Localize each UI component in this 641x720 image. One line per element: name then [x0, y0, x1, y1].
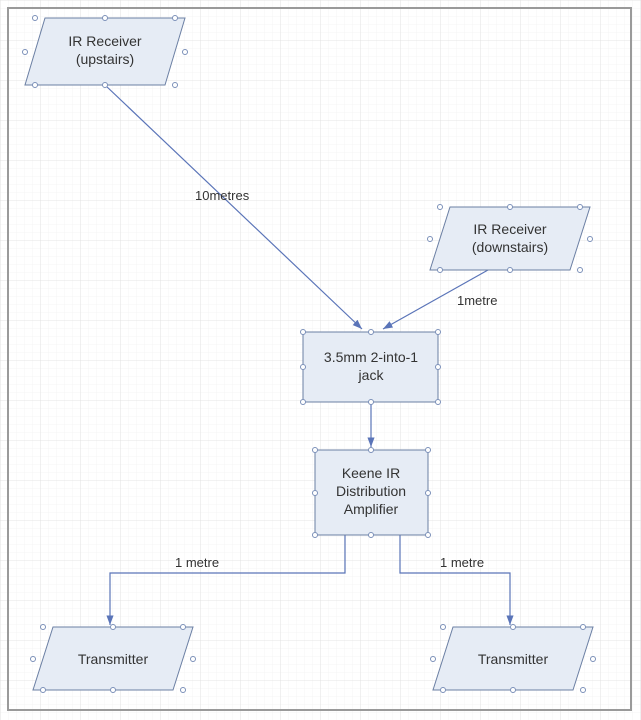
ir-downstairs-line1: IR Receiver — [473, 221, 546, 237]
node-transmitter-left[interactable]: Transmitter — [31, 625, 196, 693]
jack-line1: 3.5mm 2-into-1 — [324, 349, 418, 365]
node-jack[interactable]: 3.5mm 2-into-1 jack — [301, 330, 441, 405]
label-amp-to-right: 1 metre — [440, 555, 484, 570]
node-ir-receiver-downstairs[interactable]: IR Receiver (downstairs) — [428, 205, 593, 273]
node-ir-receiver-upstairs[interactable]: IR Receiver (upstairs) — [23, 16, 188, 88]
jack-line2: jack — [358, 367, 385, 383]
label-upstairs-to-jack: 10metres — [195, 188, 250, 203]
transmitter-right-line1: Transmitter — [478, 651, 549, 667]
ir-upstairs-line1: IR Receiver — [68, 33, 141, 49]
label-downstairs-to-jack: 1metre — [457, 293, 497, 308]
amp-line2: Distribution — [336, 483, 406, 499]
ir-upstairs-line2: (upstairs) — [76, 51, 134, 67]
label-amp-to-left: 1 metre — [175, 555, 219, 570]
node-transmitter-right[interactable]: Transmitter — [431, 625, 596, 693]
ir-downstairs-line2: (downstairs) — [472, 239, 548, 255]
amp-line1: Keene IR — [342, 465, 400, 481]
amp-line3: Amplifier — [344, 501, 399, 517]
node-amp[interactable]: Keene IR Distribution Amplifier — [313, 448, 431, 538]
transmitter-left-line1: Transmitter — [78, 651, 149, 667]
